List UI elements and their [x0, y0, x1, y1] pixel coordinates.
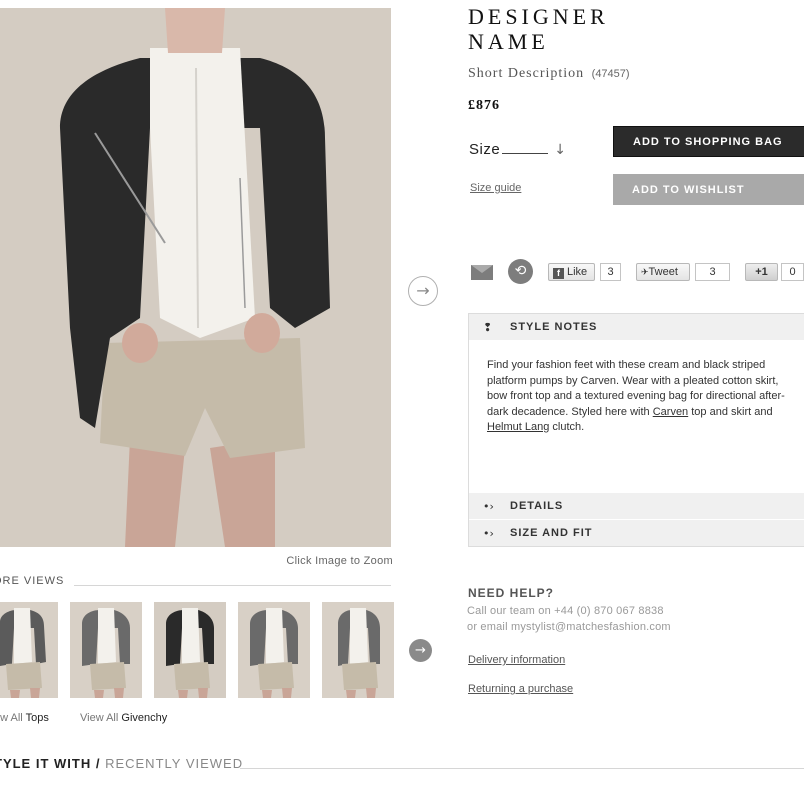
- model-illustration: [0, 8, 391, 547]
- sync-icon[interactable]: ⟲: [508, 259, 533, 284]
- product-info-accordion: ❢ STYLE NOTES Find your fashion feet wit…: [468, 313, 804, 547]
- plusone-button[interactable]: +1: [745, 263, 778, 281]
- view-all-givenchy-link[interactable]: View All Givenchy: [80, 712, 167, 724]
- more-views-label: ORE VIEWS: [0, 575, 65, 587]
- plusone-count: 0: [781, 263, 804, 281]
- divider: [240, 768, 804, 769]
- thumbnail[interactable]: [70, 602, 142, 698]
- short-description: Short Description (47457): [468, 66, 630, 81]
- thumbnail[interactable]: [238, 602, 310, 698]
- next-image-arrow-icon[interactable]: →: [408, 276, 438, 306]
- arrow-right-icon: •›: [483, 526, 494, 540]
- zoom-hint: Click Image to Zoom: [286, 555, 393, 567]
- delivery-information-link[interactable]: Delivery information: [468, 654, 565, 666]
- add-to-wishlist-button[interactable]: ADD TO WISHLIST: [613, 174, 804, 205]
- designer-name: DESIGNER NAME: [468, 4, 609, 54]
- size-select[interactable]: Size ↓: [469, 136, 566, 158]
- thumbnails-next-arrow-icon[interactable]: →: [409, 639, 432, 662]
- thumbnail-selected[interactable]: [154, 602, 226, 698]
- helmut-lang-link[interactable]: Helmut Lang: [487, 421, 549, 433]
- help-phone: Call our team on +44 (0) 870 067 8838: [467, 605, 664, 617]
- view-all-tops-link[interactable]: ew All Tops: [0, 712, 49, 724]
- tweet-count: 3: [695, 263, 730, 281]
- style-with-tabs: TYLE IT WITH / RECENTLY VIEWED: [0, 756, 243, 771]
- style-notes-header[interactable]: ❢ STYLE NOTES: [469, 314, 804, 340]
- arrow-down-icon: ↓: [554, 142, 566, 158]
- add-to-bag-button[interactable]: ADD TO SHOPPING BAG: [613, 126, 804, 157]
- size-underline: [502, 153, 549, 154]
- style-notes-text: Find your fashion feet with these cream …: [487, 359, 785, 433]
- facebook-icon: f: [553, 268, 564, 279]
- tab-style-it-with[interactable]: TYLE IT WITH /: [0, 756, 100, 771]
- exclamation-icon: ❢: [483, 320, 493, 334]
- mail-icon[interactable]: [471, 265, 493, 280]
- size-and-fit-header[interactable]: •› SIZE AND FIT: [469, 520, 804, 546]
- help-email: or email mystylist@matchesfashion.com: [467, 621, 671, 633]
- size-guide-link[interactable]: Size guide: [470, 182, 521, 194]
- arrow-right-icon: •›: [483, 499, 494, 513]
- tab-recently-viewed[interactable]: RECENTLY VIEWED: [105, 756, 243, 771]
- details-header[interactable]: •› DETAILS: [469, 493, 804, 519]
- need-help-title: NEED HELP?: [468, 586, 555, 600]
- divider: [74, 585, 391, 586]
- product-code: (47457): [591, 68, 630, 80]
- twitter-icon: ✈: [641, 268, 649, 278]
- thumbnail[interactable]: [322, 602, 394, 698]
- tweet-button[interactable]: ✈Tweet: [636, 263, 690, 281]
- carven-link[interactable]: Carven: [653, 406, 688, 418]
- like-count: 3: [600, 263, 621, 281]
- returning-purchase-link[interactable]: Returning a purchase: [468, 683, 573, 695]
- size-label: Size: [469, 141, 501, 158]
- main-product-image[interactable]: [0, 8, 391, 547]
- price: £876: [468, 98, 500, 113]
- facebook-like-button[interactable]: f Like: [548, 263, 595, 281]
- thumbnail[interactable]: [0, 602, 58, 698]
